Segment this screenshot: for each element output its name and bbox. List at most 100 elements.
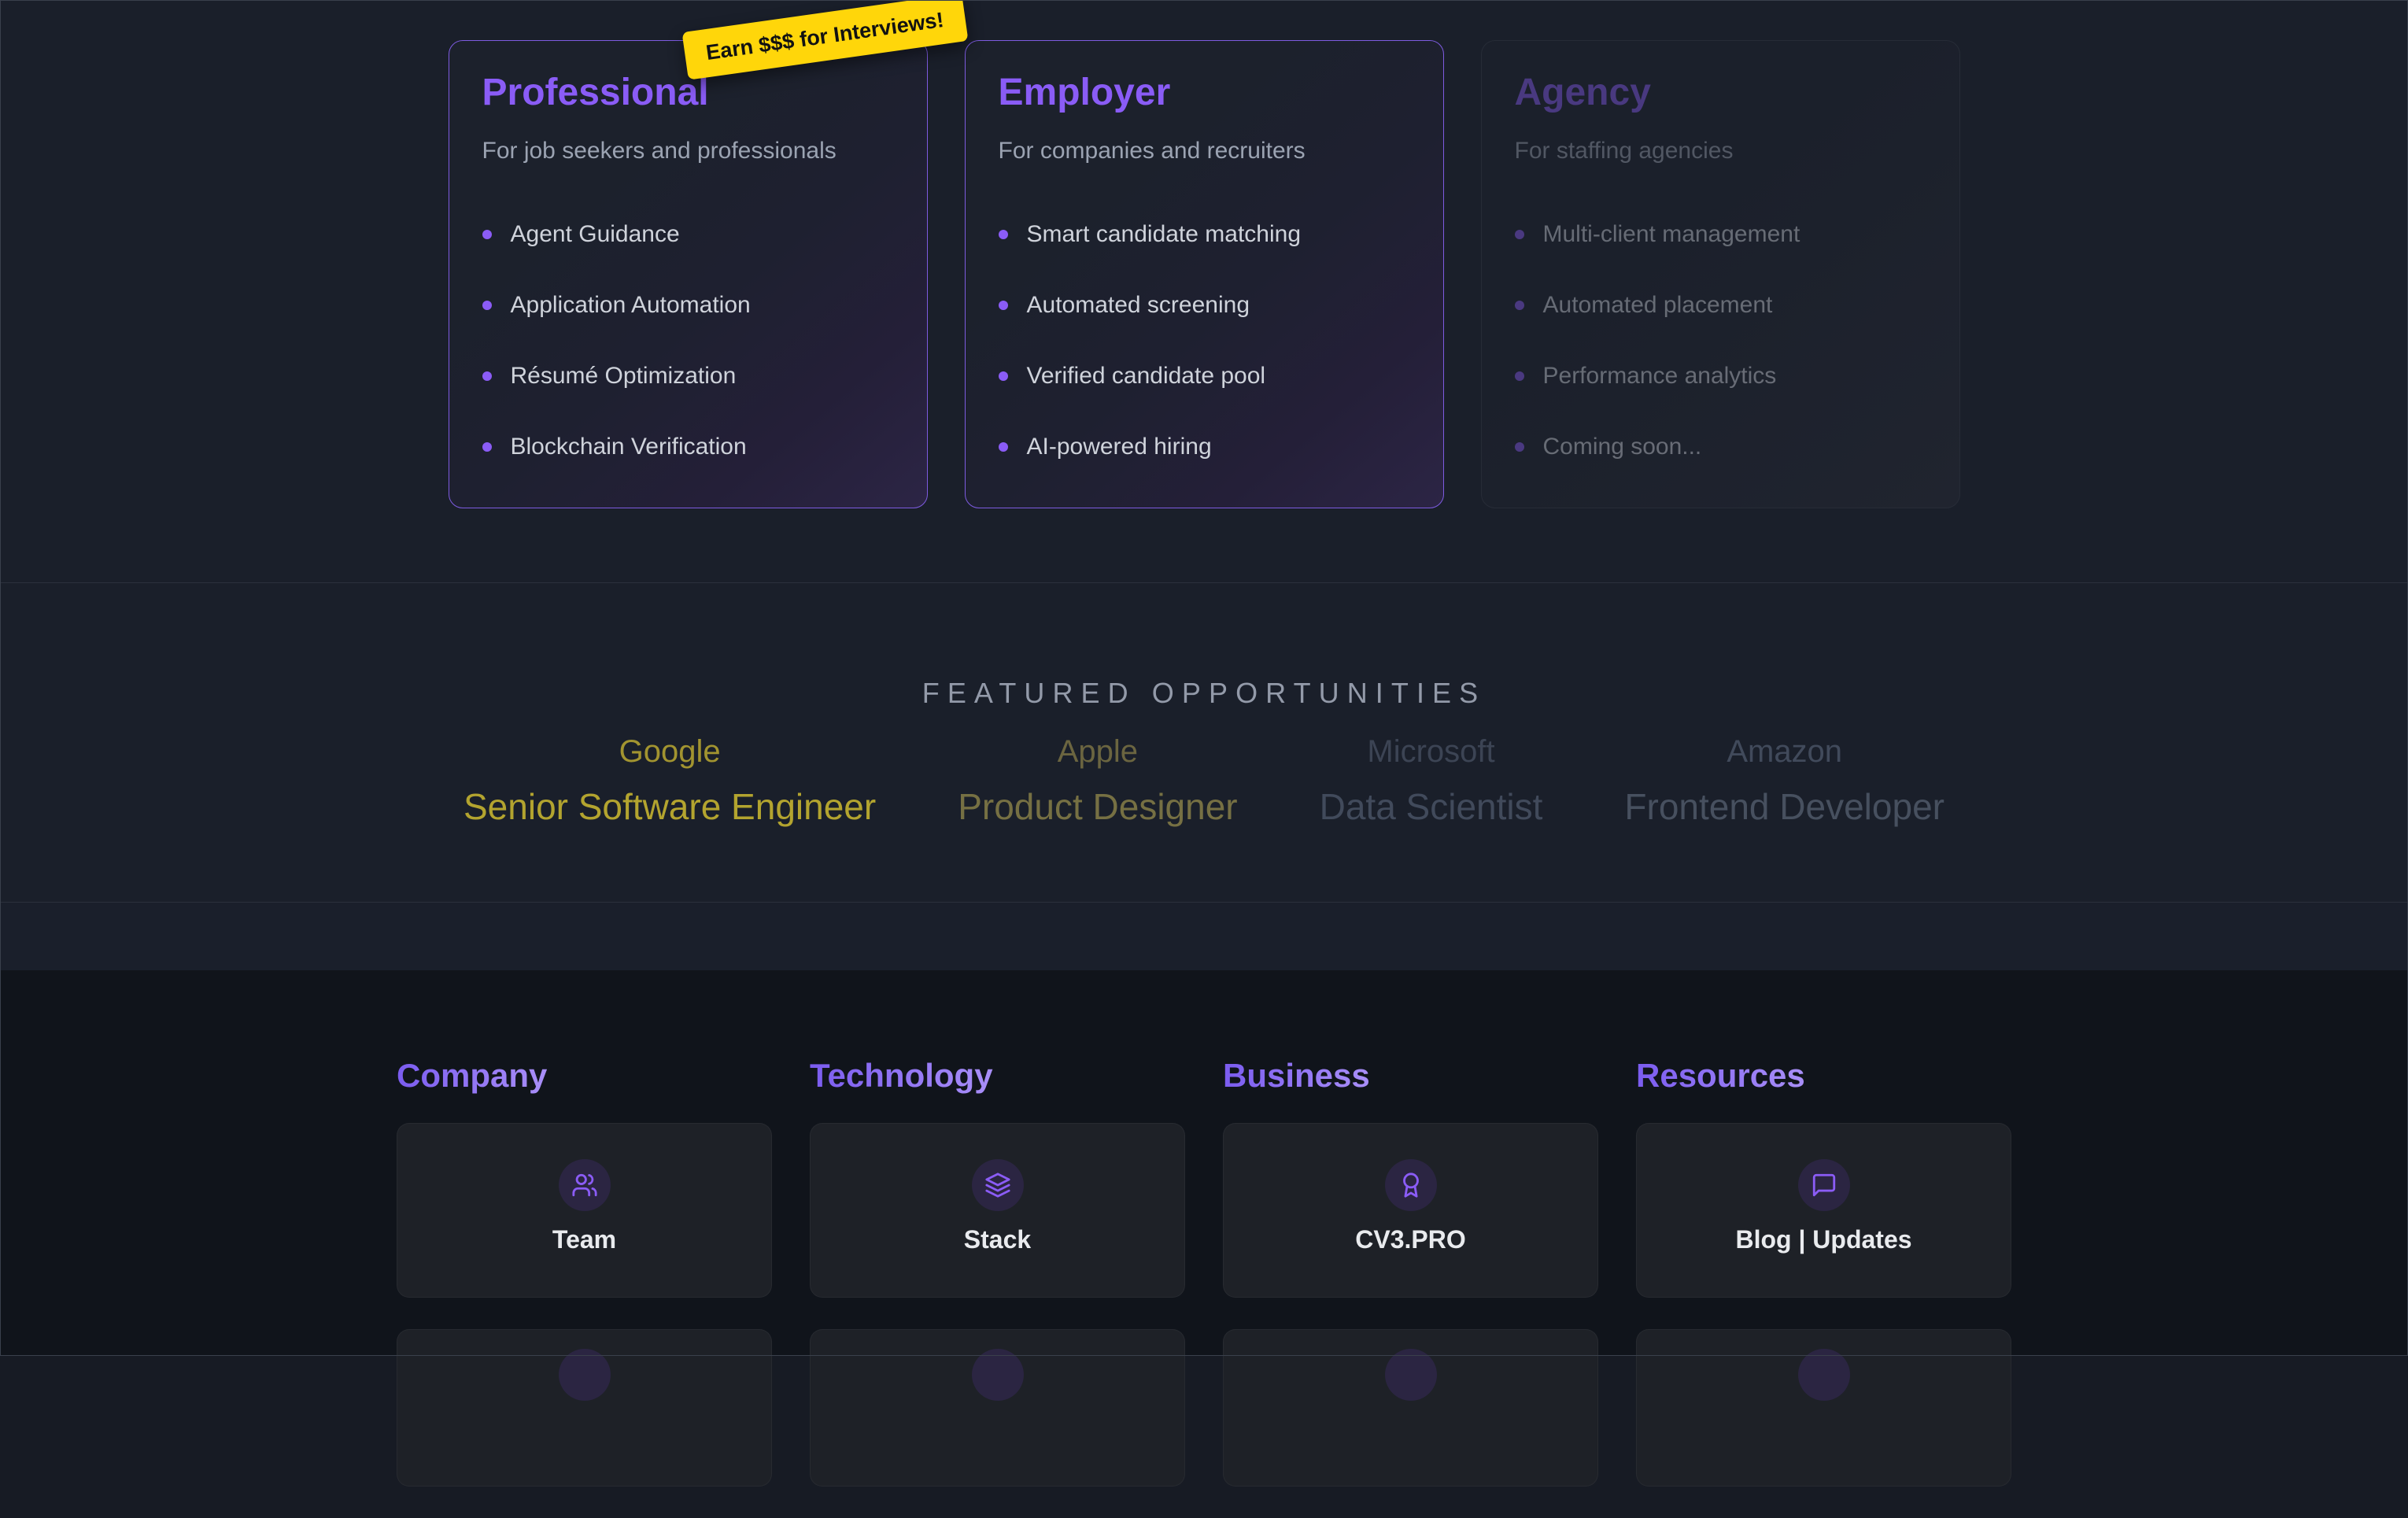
layers-icon bbox=[984, 1172, 1011, 1199]
opportunity-company: Microsoft bbox=[1367, 733, 1494, 770]
footer-column-header: Technology bbox=[810, 1057, 993, 1095]
plan-feature: Application Automation bbox=[482, 292, 894, 319]
icon-circle bbox=[972, 1159, 1024, 1211]
plan-feature: Multi-client management bbox=[1515, 221, 1926, 248]
featured-opportunities-section: FEATURED OPPORTUNITIES Google Senior Sof… bbox=[0, 583, 2408, 903]
icon-circle bbox=[1385, 1159, 1437, 1211]
footer-link-card-partial[interactable] bbox=[810, 1329, 1185, 1487]
bullet-dot-icon bbox=[999, 442, 1008, 452]
footer-link-card-partial[interactable] bbox=[1223, 1329, 1598, 1487]
footer-column-resources: Resources Blog | Updates bbox=[1636, 1057, 2011, 1518]
footer-column-header: Resources bbox=[1636, 1057, 1805, 1095]
plan-feature-list: Multi-client management Automated placem… bbox=[1515, 221, 1926, 460]
opportunity-company: Google bbox=[619, 733, 721, 770]
footer-column-header: Business bbox=[1223, 1057, 1370, 1095]
footer-column-business: Business CV3.PRO bbox=[1223, 1057, 1598, 1518]
opportunity-item: Google Senior Software Engineer bbox=[464, 733, 876, 827]
section-spacer bbox=[0, 903, 2408, 970]
plan-feature-label: Blockchain Verification bbox=[511, 434, 747, 460]
opportunity-company: Apple bbox=[1058, 733, 1138, 770]
award-icon bbox=[1398, 1172, 1424, 1199]
plan-card-professional[interactable]: Earn $$$ for Interviews! Professional Fo… bbox=[449, 40, 928, 508]
plan-feature-label: Coming soon... bbox=[1543, 434, 1702, 460]
icon-circle bbox=[1798, 1349, 1850, 1401]
footer-link-card-partial[interactable] bbox=[397, 1329, 772, 1487]
bullet-dot-icon bbox=[482, 442, 492, 452]
footer-link-card-partial[interactable] bbox=[1636, 1329, 2011, 1487]
bullet-dot-icon bbox=[999, 371, 1008, 381]
plan-feature: Automated placement bbox=[1515, 292, 1926, 319]
plan-feature-label: Automated screening bbox=[1027, 292, 1250, 319]
opportunity-item: Microsoft Data Scientist bbox=[1320, 733, 1543, 827]
icon-circle bbox=[1385, 1349, 1437, 1401]
plan-title: Professional bbox=[482, 72, 894, 114]
bullet-dot-icon bbox=[1515, 442, 1524, 452]
plan-feature-list: Smart candidate matching Automated scree… bbox=[999, 221, 1410, 460]
plan-feature: Verified candidate pool bbox=[999, 363, 1410, 390]
footer-link-label: Blog | Updates bbox=[1735, 1225, 1911, 1254]
bullet-dot-icon bbox=[482, 371, 492, 381]
footer-link-team[interactable]: Team bbox=[397, 1123, 772, 1298]
plan-feature-label: Résumé Optimization bbox=[511, 363, 737, 390]
plan-subtitle: For job seekers and professionals bbox=[482, 138, 894, 164]
bullet-dot-icon bbox=[482, 301, 492, 310]
plan-card-employer[interactable]: Employer For companies and recruiters Sm… bbox=[965, 40, 1444, 508]
plan-subtitle: For staffing agencies bbox=[1515, 138, 1926, 164]
plan-feature: Résumé Optimization bbox=[482, 363, 894, 390]
plan-subtitle: For companies and recruiters bbox=[999, 138, 1410, 164]
footer-column-technology: Technology Stack bbox=[810, 1057, 1185, 1518]
plan-feature-label: AI-powered hiring bbox=[1027, 434, 1212, 460]
pricing-cards-row: Earn $$$ for Interviews! Professional Fo… bbox=[0, 0, 2408, 508]
plan-feature: AI-powered hiring bbox=[999, 434, 1410, 460]
site-footer: Company Team Technology Stack bbox=[0, 970, 2408, 1356]
plan-feature: Smart candidate matching bbox=[999, 221, 1410, 248]
bullet-dot-icon bbox=[1515, 230, 1524, 239]
opportunity-role: Product Designer bbox=[958, 786, 1237, 827]
opportunity-role: Senior Software Engineer bbox=[464, 786, 876, 827]
footer-column-header: Company bbox=[397, 1057, 547, 1095]
bullet-dot-icon bbox=[1515, 301, 1524, 310]
footer-link-label: Stack bbox=[964, 1225, 1031, 1254]
users-icon bbox=[571, 1172, 598, 1199]
plan-feature-label: Verified candidate pool bbox=[1027, 363, 1266, 390]
plan-feature: Blockchain Verification bbox=[482, 434, 894, 460]
footer-link-blog[interactable]: Blog | Updates bbox=[1636, 1123, 2011, 1298]
plan-feature: Coming soon... bbox=[1515, 434, 1926, 460]
pricing-section: Earn $$$ for Interviews! Professional Fo… bbox=[0, 0, 2408, 583]
opportunities-carousel: Google Senior Software Engineer Apple Pr… bbox=[0, 733, 2408, 827]
plan-feature-list: Agent Guidance Application Automation Ré… bbox=[482, 221, 894, 460]
footer-link-label: Team bbox=[552, 1225, 616, 1254]
bullet-dot-icon bbox=[999, 230, 1008, 239]
footer-grid: Company Team Technology Stack bbox=[397, 1057, 2011, 1518]
bullet-dot-icon bbox=[999, 301, 1008, 310]
footer-column-company: Company Team bbox=[397, 1057, 772, 1518]
opportunity-role: Frontend Developer bbox=[1624, 786, 1944, 827]
icon-circle bbox=[1798, 1159, 1850, 1211]
footer-link-label: CV3.PRO bbox=[1355, 1225, 1465, 1254]
plan-feature: Performance analytics bbox=[1515, 363, 1926, 390]
plan-feature-label: Performance analytics bbox=[1543, 363, 1777, 390]
plan-feature: Automated screening bbox=[999, 292, 1410, 319]
opportunity-item: Amazon Frontend Developer bbox=[1624, 733, 1944, 827]
opportunity-role: Data Scientist bbox=[1320, 786, 1543, 827]
icon-circle bbox=[972, 1349, 1024, 1401]
plan-title: Employer bbox=[999, 72, 1410, 114]
bullet-dot-icon bbox=[482, 230, 492, 239]
plan-feature-label: Smart candidate matching bbox=[1027, 221, 1302, 248]
bullet-dot-icon bbox=[1515, 371, 1524, 381]
plan-card-agency: Agency For staffing agencies Multi-clien… bbox=[1481, 40, 1960, 508]
plan-feature-label: Application Automation bbox=[511, 292, 751, 319]
plan-title: Agency bbox=[1515, 72, 1926, 114]
opportunity-company: Amazon bbox=[1727, 733, 1842, 770]
message-icon bbox=[1811, 1172, 1837, 1199]
footer-link-stack[interactable]: Stack bbox=[810, 1123, 1185, 1298]
plan-feature-label: Automated placement bbox=[1543, 292, 1773, 319]
footer-link-cv3pro[interactable]: CV3.PRO bbox=[1223, 1123, 1598, 1298]
plan-feature-label: Agent Guidance bbox=[511, 221, 680, 248]
icon-circle bbox=[559, 1159, 611, 1211]
featured-section-title: FEATURED OPPORTUNITIES bbox=[0, 676, 2408, 711]
icon-circle bbox=[559, 1349, 611, 1401]
earnings-promo-badge: Earn $$$ for Interviews! bbox=[681, 0, 968, 80]
plan-feature: Agent Guidance bbox=[482, 221, 894, 248]
opportunity-item: Apple Product Designer bbox=[958, 733, 1237, 827]
